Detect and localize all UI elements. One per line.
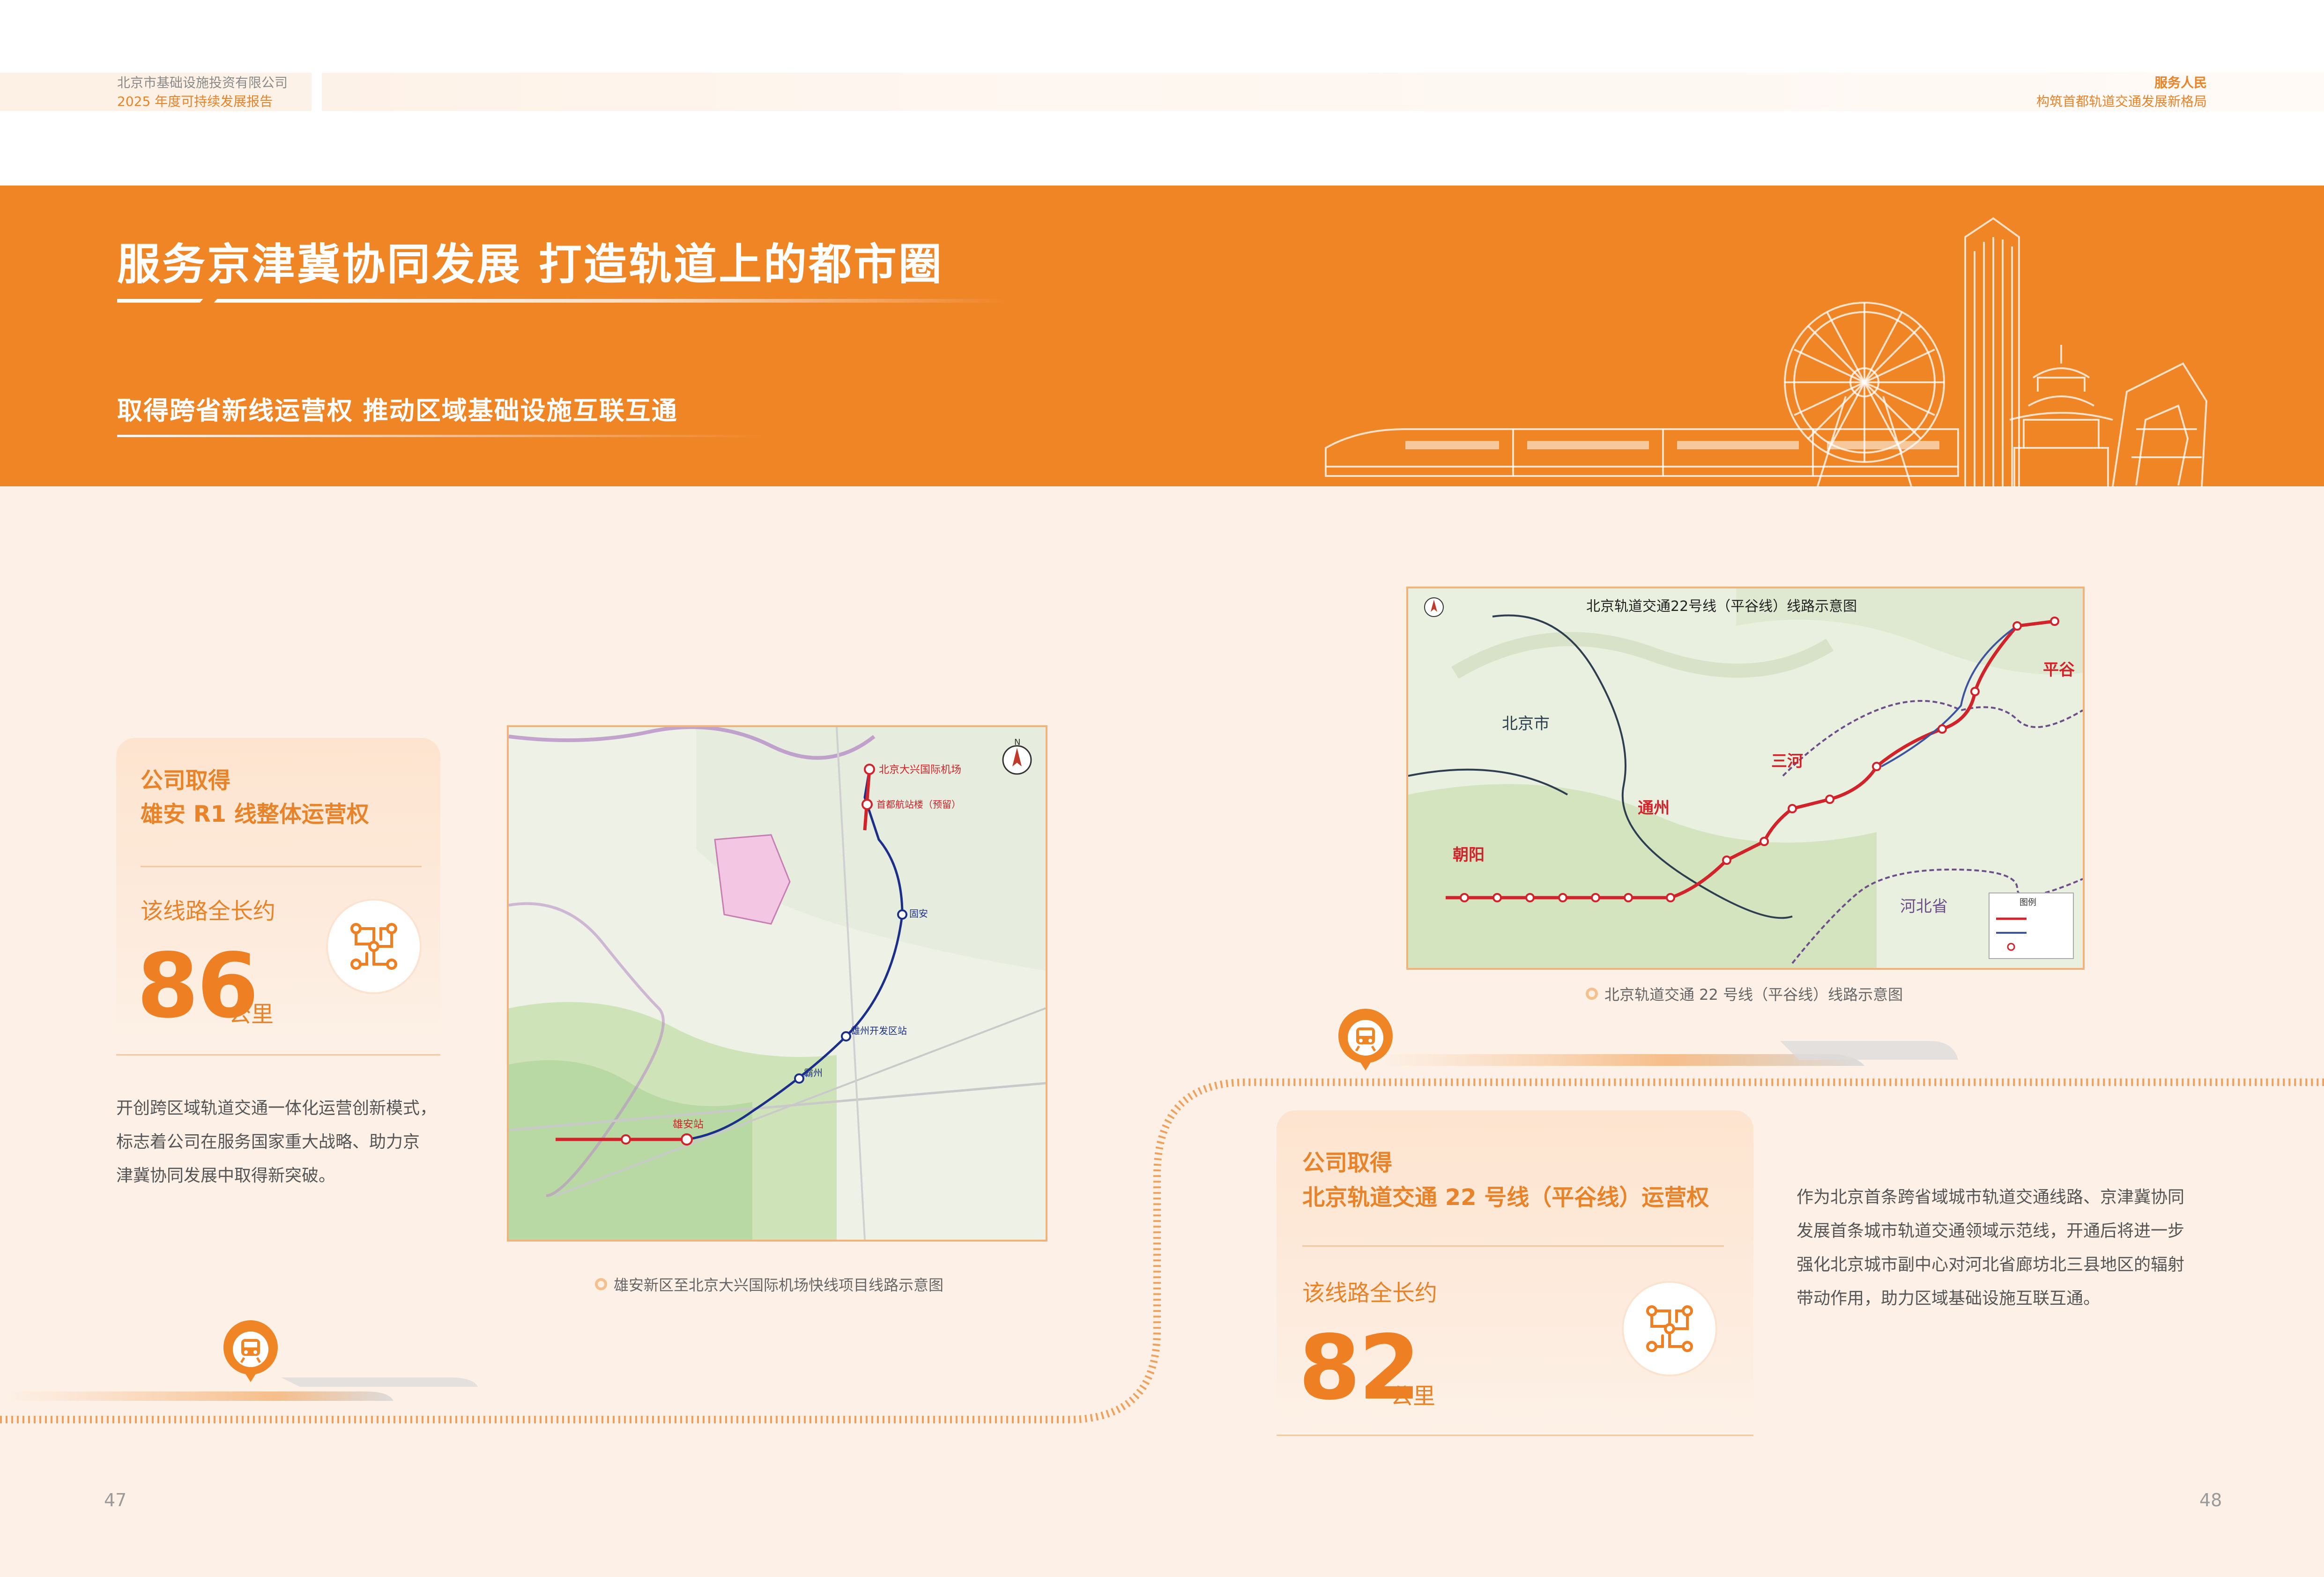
xiongan-description: 开创跨区域轨道交通一体化运营创新模式， 标志着公司在服务国家重大战略、助力京 津… xyxy=(116,1092,444,1193)
map-label-beijing: 北京市 xyxy=(1502,714,1550,733)
caption-bullet-icon xyxy=(1586,988,1598,1000)
xiongan-route-map: 北京大兴国际机场 首都航站楼（预留） 固安 雄安站 霸州 雄州开发区站 N xyxy=(507,725,1047,1242)
pinggu-length-unit: 公里 xyxy=(1390,1383,1436,1409)
map-label-guan: 固安 xyxy=(909,908,928,919)
page-number-left: 47 xyxy=(104,1490,127,1510)
map-label-xiongan: 雄安站 xyxy=(673,1119,704,1131)
map-label-terminal: 首都航站楼（预留） xyxy=(876,799,961,810)
pinggu-map-title: 北京轨道交通22号线（平谷线）线路示意图 xyxy=(1586,598,1857,615)
xiongan-map-caption-text: 雄安新区至北京大兴国际机场快线项目线路示意图 xyxy=(614,1276,944,1294)
pinggu-card-title-line2: 北京轨道交通 22 号线（平谷线）运营权 xyxy=(1302,1184,1709,1211)
map-label-sanhe: 三河 xyxy=(1771,752,1803,771)
route-network-icon xyxy=(1624,1283,1715,1375)
xiongan-desc-line: 标志着公司在服务国家重大战略、助力京 xyxy=(116,1132,420,1152)
route-network-icon xyxy=(328,900,420,992)
xiongan-card-bottom-rule xyxy=(116,1054,440,1056)
pinggu-card-bottom-rule xyxy=(1277,1435,1753,1436)
pinggu-desc-line: 带动作用，助力区域基础设施互联互通。 xyxy=(1797,1289,2101,1308)
map-label-pinggu: 平谷 xyxy=(2043,661,2075,679)
xiongan-length-unit: 公里 xyxy=(229,1001,274,1027)
map-label-chaoyang: 朝阳 xyxy=(1453,846,1485,864)
pinggu-line-map: 北京轨道交通22号线（平谷线）线路示意图 北京市 通州 朝阳 三河 平谷 河北省… xyxy=(1406,587,2085,970)
xiongan-card-title-line1: 公司取得 xyxy=(141,767,231,794)
pinggu-length-label: 该线路全长约 xyxy=(1302,1280,1438,1306)
caption-bullet-icon xyxy=(595,1278,607,1290)
xiongan-card-divider xyxy=(141,866,422,867)
xiongan-desc-line: 开创跨区域轨道交通一体化运营创新模式， xyxy=(116,1099,437,1118)
map-label-tongzhou: 通州 xyxy=(1638,799,1670,818)
page-number-right: 48 xyxy=(2199,1490,2222,1510)
xiongan-desc-line: 津冀协同发展中取得新突破。 xyxy=(116,1166,336,1185)
pinggu-map-caption-text: 北京轨道交通 22 号线（平谷线）线路示意图 xyxy=(1604,986,1903,1004)
map-legend-title: 图例 xyxy=(2020,898,2036,908)
pinggu-desc-line: 强化北京城市副中心对河北省廊坊北三县地区的辐射 xyxy=(1797,1255,2185,1274)
pinggu-map-caption: 北京轨道交通 22 号线（平谷线）线路示意图 xyxy=(1586,983,1903,1004)
pinggu-desc-line: 发展首条城市轨道交通领域示范线，开通后将进一步 xyxy=(1797,1221,2185,1241)
pinggu-description: 作为北京首条跨省域城市轨道交通线路、京津冀协同 发展首条城市轨道交通领域示范线，… xyxy=(1797,1181,2218,1316)
pinggu-desc-line: 作为北京首条跨省域城市轨道交通线路、京津冀协同 xyxy=(1797,1188,2185,1207)
xiongan-map-caption: 雄安新区至北京大兴国际机场快线项目线路示意图 xyxy=(595,1273,943,1295)
svg-text:N: N xyxy=(1014,737,1020,747)
map-label-xiongzhou: 雄州开发区站 xyxy=(851,1025,907,1036)
map-label-daxing-airport: 北京大兴国际机场 xyxy=(879,764,961,776)
pinggu-card-title-line1: 公司取得 xyxy=(1302,1150,1393,1176)
pinggu-card-divider xyxy=(1302,1245,1724,1247)
xiongan-length-label: 该线路全长约 xyxy=(141,898,276,924)
map-label-bazhou: 霸州 xyxy=(804,1067,823,1079)
xiongan-card-title-line2: 雄安 R1 线整体运营权 xyxy=(141,801,369,827)
map-label-hebei: 河北省 xyxy=(1900,897,1948,916)
